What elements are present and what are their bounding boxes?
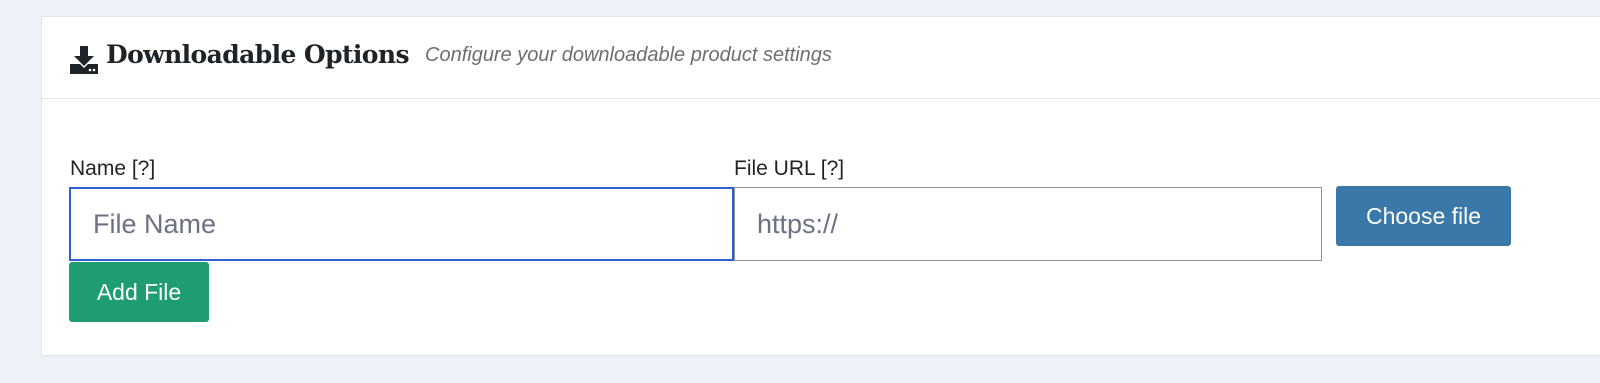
downloadable-options-panel: Downloadable Options Configure your down… (41, 16, 1600, 356)
file-url-label: File URL [?] (734, 157, 845, 180)
file-url-input[interactable] (734, 187, 1322, 261)
choose-file-button[interactable]: Choose file (1336, 186, 1511, 246)
file-name-input[interactable] (69, 187, 734, 261)
panel-subtitle: Configure your downloadable product sett… (425, 44, 832, 66)
panel-title: Downloadable Options (106, 40, 410, 69)
add-file-button[interactable]: Add File (69, 262, 209, 322)
download-icon (70, 46, 98, 74)
panel-header: Downloadable Options Configure your down… (42, 17, 1600, 99)
name-label: Name [?] (70, 157, 156, 180)
